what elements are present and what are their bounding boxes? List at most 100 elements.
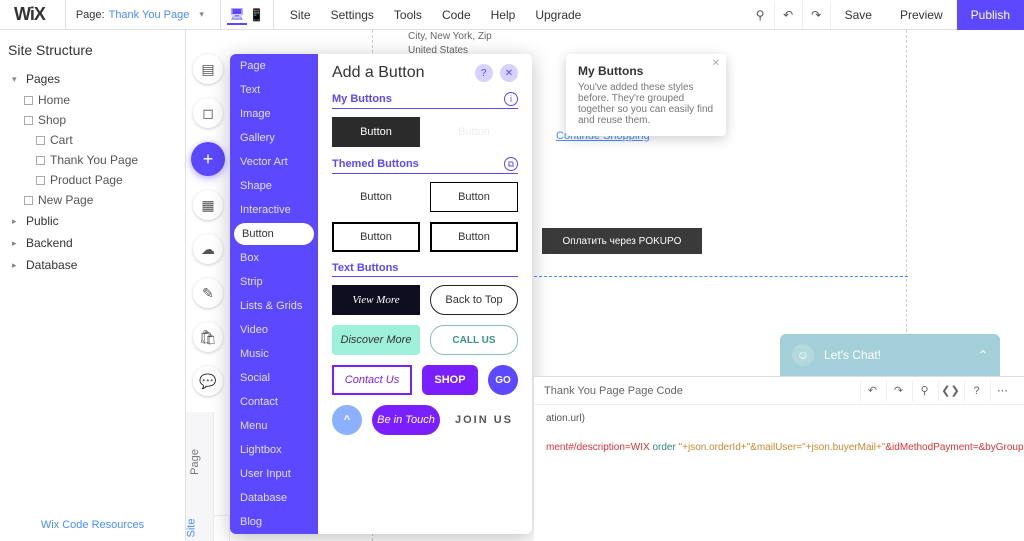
menu-settings[interactable]: Settings <box>321 8 384 22</box>
button-sample-outline-bold[interactable]: Button <box>332 222 420 252</box>
code-brackets-icon[interactable]: ❮❯ <box>938 381 962 401</box>
chat-widget[interactable]: ☺ Let's Chat! ⌃ <box>780 334 1000 376</box>
tree-item-newpage[interactable]: New Page <box>8 190 177 210</box>
add-category-music[interactable]: Music <box>230 342 318 366</box>
button-sample-dark[interactable]: Button <box>332 117 420 147</box>
add-category-text[interactable]: Text <box>230 78 318 102</box>
editor-canvas: City, New York, Zip United States Contin… <box>186 30 1024 541</box>
menu-tools[interactable]: Tools <box>384 8 432 22</box>
store-rail-icon[interactable]: 🛍 <box>193 322 223 352</box>
tooltip-close-icon[interactable]: ✕ <box>712 58 720 69</box>
button-sample-outline[interactable]: Button <box>430 182 518 212</box>
add-category-user-input[interactable]: User Input <box>230 462 318 486</box>
add-category-menu[interactable]: Menu <box>230 414 318 438</box>
tree-public[interactable]: ▸Public <box>8 210 177 232</box>
menu-code[interactable]: Code <box>432 8 481 22</box>
button-sample-outline-bold[interactable]: Button <box>430 222 518 252</box>
tree-pages[interactable]: ▾Pages <box>8 68 177 90</box>
page-dropdown-chevron-icon[interactable]: ▾ <box>189 9 214 20</box>
add-category-page[interactable]: Page <box>230 54 318 78</box>
code-search-icon[interactable]: ⚲ <box>912 381 936 401</box>
add-category-contact[interactable]: Contact <box>230 390 318 414</box>
code-undo-icon[interactable]: ↶ <box>860 381 884 401</box>
tree-item-home[interactable]: Home <box>8 90 177 110</box>
button-sample-callus[interactable]: CALL US <box>430 325 518 355</box>
code-fragment: order <box>650 442 679 453</box>
page-icon <box>24 196 33 205</box>
section-divider <box>534 276 908 277</box>
menu-help[interactable]: Help <box>481 8 526 22</box>
add-category-strip[interactable]: Strip <box>230 270 318 294</box>
tree-pages-label: Pages <box>26 72 60 86</box>
tree-item-thankyou[interactable]: Thank You Page <box>8 150 177 170</box>
menu-site[interactable]: Site <box>280 8 321 22</box>
page-icon <box>24 116 33 125</box>
add-panel-body: Add a Button ? ✕ My Buttons i Button But… <box>318 54 532 534</box>
menu-upgrade[interactable]: Upgrade <box>525 8 591 22</box>
tab-site[interactable]: Site <box>185 519 197 538</box>
add-category-social[interactable]: Social <box>230 366 318 390</box>
add-category-lightbox[interactable]: Lightbox <box>230 438 318 462</box>
button-sample-contact[interactable]: Contact Us <box>332 365 412 395</box>
add-category-blog[interactable]: Blog <box>230 510 318 534</box>
uploads-rail-icon[interactable]: ☁ <box>193 234 223 264</box>
mobile-view-icon[interactable]: 📱 <box>247 5 267 25</box>
tree-item-cart[interactable]: Cart <box>8 130 177 150</box>
button-sample-ghost[interactable]: Button <box>430 117 518 147</box>
button-sample-beintouch[interactable]: Be in Touch <box>372 405 440 435</box>
publish-button[interactable]: Publish <box>957 0 1024 30</box>
add-category-video[interactable]: Video <box>230 318 318 342</box>
tree-item-shop[interactable]: Shop <box>8 110 177 130</box>
button-sample-caret[interactable]: ^ <box>332 405 362 435</box>
code-help-icon[interactable]: ? <box>964 381 988 401</box>
presets-icon[interactable]: ⧉ <box>504 157 518 171</box>
help-icon[interactable]: ? <box>475 64 493 82</box>
close-panel-icon[interactable]: ✕ <box>500 64 518 82</box>
button-sample-viewmore[interactable]: View More <box>332 285 420 315</box>
add-element-panel: PageTextImageGalleryVector ArtShapeInter… <box>230 54 532 534</box>
undo-icon[interactable]: ↶ <box>775 1 803 29</box>
button-sample-discover[interactable]: Discover More <box>332 325 420 355</box>
add-category-database[interactable]: Database <box>230 486 318 510</box>
background-rail-icon[interactable]: ◻ <box>193 98 223 128</box>
page-icon <box>24 96 33 105</box>
add-category-box[interactable]: Box <box>230 246 318 270</box>
code-editor[interactable]: ation.url) ment#/description=WIX order "… <box>534 405 1024 461</box>
code-more-icon[interactable]: ⋯ <box>990 381 1014 401</box>
current-page-name[interactable]: Thank You Page <box>109 9 190 21</box>
add-category-shape[interactable]: Shape <box>230 174 318 198</box>
chat-rail-icon[interactable]: 💬 <box>193 366 223 396</box>
save-button[interactable]: Save <box>831 8 886 22</box>
button-sample-plain[interactable]: Button <box>332 182 420 212</box>
redo-icon[interactable]: ↷ <box>803 1 831 29</box>
zoom-icon[interactable]: ⚲ <box>747 1 775 29</box>
add-category-gallery[interactable]: Gallery <box>230 126 318 150</box>
button-sample-shop[interactable]: SHOP <box>422 365 478 395</box>
tree-backend[interactable]: ▸Backend <box>8 232 177 254</box>
add-category-vector-art[interactable]: Vector Art <box>230 150 318 174</box>
chat-expand-icon[interactable]: ⌃ <box>978 348 988 362</box>
wix-code-resources-link[interactable]: Wix Code Resources <box>0 519 185 531</box>
add-category-interactive[interactable]: Interactive <box>230 198 318 222</box>
section-text-buttons: Text Buttons <box>332 262 518 277</box>
info-icon[interactable]: i <box>504 92 518 106</box>
tree-database[interactable]: ▸Database <box>8 254 177 276</box>
code-fragment: ment#/description=WIX <box>546 442 650 453</box>
tab-page[interactable]: Page <box>189 449 201 475</box>
code-redo-icon[interactable]: ↷ <box>886 381 910 401</box>
desktop-view-icon[interactable]: 🖥 <box>227 5 247 25</box>
add-category-button[interactable]: Button <box>234 223 314 245</box>
apps-rail-icon[interactable]: ▦ <box>193 190 223 220</box>
button-sample-go[interactable]: GO <box>488 365 518 395</box>
preview-button[interactable]: Preview <box>886 8 957 22</box>
blog-rail-icon[interactable]: ✎ <box>193 278 223 308</box>
vertical-tabs: Page Site <box>186 412 214 541</box>
add-category-lists-grids[interactable]: Lists & Grids <box>230 294 318 318</box>
add-element-button[interactable]: + <box>191 142 225 176</box>
pokupo-button[interactable]: Оплатить через POKUPO <box>542 228 702 254</box>
pages-rail-icon[interactable]: ▤ <box>193 54 223 84</box>
add-category-image[interactable]: Image <box>230 102 318 126</box>
button-sample-backtotop[interactable]: Back to Top <box>430 285 518 315</box>
button-sample-join[interactable]: JOIN US <box>450 405 518 435</box>
tree-item-product[interactable]: Product Page <box>8 170 177 190</box>
